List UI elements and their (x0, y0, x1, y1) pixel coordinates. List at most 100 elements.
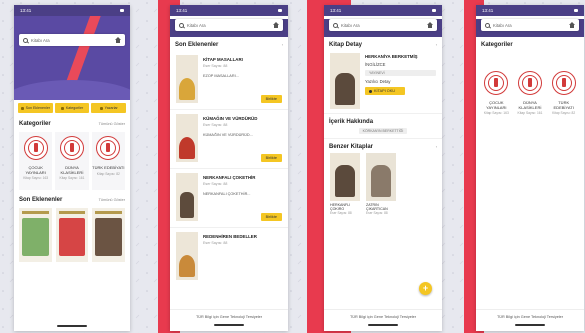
home-icon[interactable] (115, 37, 121, 43)
similar-header: Benzer Kitaplar › (324, 138, 442, 153)
search-input[interactable]: Kitabı Ara (341, 23, 424, 28)
phone-recent-screen: 13:41 Kitabı Ara Son Eklenenler › KİTAP … (170, 5, 288, 331)
book-category: Yazılıcı Detay (365, 79, 391, 84)
category-card[interactable]: DÜNYA KLASİKLERİ Kitap Sayısı: 161 (514, 67, 546, 125)
book-detail: HERKANİYA BERKETMİŞ İNGİLİZCE YAYINEVİ Y… (324, 51, 442, 113)
status-time: 13:41 (176, 8, 188, 13)
book-cover (330, 53, 360, 109)
detail-button[interactable]: Birlikte (260, 95, 282, 103)
home-indicator (368, 324, 398, 326)
search-input[interactable]: Kitabı Ara (493, 23, 566, 28)
recent-header: Son Eklenenler Tümünü Göster (14, 192, 130, 206)
home-indicator (515, 324, 545, 326)
authors-button[interactable]: Yazarlar (91, 103, 127, 113)
search-bar[interactable]: Kitabı Ara (481, 19, 579, 31)
publisher-chip: YAYINEVİ (365, 70, 436, 76)
status-bar: 13:41 (476, 5, 584, 16)
category-card[interactable]: DÜNYA KLASİKLERİ Kitap Sayısı: 161 (55, 132, 89, 190)
book-author: İNGİLİZCE (365, 62, 386, 67)
search-input[interactable]: Kitabı Ara (187, 23, 270, 28)
book-icon (369, 89, 372, 93)
section-title: Kategoriler (19, 121, 51, 127)
section-title: Benzer Kitaplar (329, 144, 374, 150)
page-header: Kitap Detay › (324, 37, 442, 51)
phone-categories-screen: 13:41 Kitabı Ara Kategoriler ÇOCUK YAYIN… (476, 5, 584, 331)
show-all-link[interactable]: Tümünü Göster (99, 122, 125, 126)
chevron-right-icon[interactable]: › (436, 43, 437, 47)
emblem-icon (23, 136, 48, 160)
list-item[interactable]: REDENHİREN BEDELLER Eser Sayısı: 88 (170, 228, 288, 287)
phone-home-screen: 13:41 Kitabı Ara Son Eklenenler Kategori… (14, 5, 130, 331)
search-icon (485, 22, 490, 28)
search-input[interactable]: Kitabı Ara (31, 38, 112, 43)
page-title: Kategoriler (481, 42, 513, 48)
hero-banner: Kitabı Ara (14, 16, 130, 100)
emblem-icon (96, 136, 121, 160)
recent-books (14, 206, 130, 264)
home-indicator (57, 325, 87, 327)
detail-button[interactable]: Birlikte (260, 154, 282, 162)
search-icon (333, 22, 338, 28)
similar-book[interactable]: ZATRIN ÇIKARTICAN Eser Sayısı: 88 (366, 153, 396, 215)
page-header: Son Eklenenler › (170, 37, 288, 51)
battery-icon (278, 9, 282, 12)
search-icon (179, 22, 184, 28)
home-icon[interactable] (569, 22, 575, 28)
search-bar[interactable]: Kitabı Ara (329, 19, 437, 31)
recent-button[interactable]: Son Eklenenler (18, 103, 53, 113)
categories-list: ÇOCUK YAYINLARI Kitap Sayısı: 163 DÜNYA … (14, 130, 130, 192)
emblem-icon (484, 71, 509, 95)
status-bar: 13:41 (324, 5, 442, 16)
category-card[interactable]: TÜRK EDEBİYATI Kitap Sayısı: 82 (91, 132, 125, 190)
user-icon (99, 106, 103, 110)
show-all-link[interactable]: Tümünü Göster (99, 198, 125, 202)
list-item[interactable]: KÜMAĞIN VE VÜRDÜRÜD Eser Sayısı: 88 KÜMA… (170, 110, 288, 169)
search-icon (23, 37, 28, 43)
chevron-right-icon[interactable]: › (436, 145, 437, 149)
emblem-icon (551, 71, 576, 95)
book-cover[interactable] (92, 208, 126, 262)
category-card[interactable]: ÇOCUK YAYINLARI Kitap Sayısı: 163 (19, 132, 53, 190)
section-title: Son Eklenenler (19, 197, 63, 203)
status-time: 13:41 (20, 8, 32, 13)
quick-actions: Son Eklenenler Kategoriler Yazarlar (14, 100, 130, 116)
category-card[interactable]: ÇOCUK YAYINLARI Kitap Sayısı: 163 (481, 67, 512, 125)
book-cover[interactable] (55, 208, 89, 262)
list-item[interactable]: NERKANFALI ÇOKETHİR Eser Sayısı: 88 NERK… (170, 169, 288, 228)
battery-icon (120, 9, 124, 12)
similar-book[interactable]: HERKANFLI ÇOKIRO Eser Sayısı: 88 (330, 153, 360, 215)
categories-button[interactable]: Kategoriler (54, 103, 90, 113)
home-icon[interactable] (427, 22, 433, 28)
book-title: HERKANİYA BERKETMİŞ (365, 54, 418, 59)
battery-icon (574, 9, 578, 12)
category-card[interactable]: TÜRK EDEBİYATI Kitap Sayısı: 82 (548, 67, 580, 125)
emblem-icon (59, 136, 84, 160)
home-indicator (214, 324, 244, 326)
status-bar: 13:41 (14, 5, 130, 16)
search-bar[interactable]: Kitabı Ara (175, 19, 283, 31)
status-time: 13:41 (482, 8, 494, 13)
phone-detail-screen: 13:41 Kitabı Ara Kitap Detay › HERKANİYA… (324, 5, 442, 331)
emblem-icon (518, 71, 542, 95)
read-book-button[interactable]: KİTAPI OKU (365, 87, 405, 95)
section-title: İçerik Hakkında (329, 119, 374, 125)
list-item[interactable]: KİTAP MASALLARI Eser Sayısı: 88 EZOP MAS… (170, 51, 288, 110)
grid-icon (60, 106, 64, 110)
battery-icon (432, 9, 436, 12)
page-title: Kitap Detay (329, 42, 363, 48)
footer-note: TÜR Bilgi için Gene Teknoloji Tersiyeler (324, 309, 442, 331)
status-time: 13:41 (330, 8, 342, 13)
content-header: İçerik Hakkında (324, 113, 442, 128)
clock-icon (20, 106, 24, 110)
book-cover[interactable] (19, 208, 52, 262)
search-bar[interactable]: Kitabı Ara (19, 34, 125, 46)
home-icon[interactable] (273, 22, 279, 28)
page-title: Son Eklenenler (175, 42, 219, 48)
categories-header: Kategoriler Tümünü Göster (14, 116, 130, 130)
footer-note: TÜR Bilgi için Gene Teknoloji Tersiyeler (476, 309, 584, 331)
similar-books: HERKANFLI ÇOKIRO Eser Sayısı: 88 ZATRIN … (324, 153, 442, 215)
content-chip: KÖRKAN'IN BERKETTİĞİ (358, 128, 408, 134)
detail-button[interactable]: Birlikte (260, 213, 282, 221)
chevron-right-icon[interactable]: › (282, 43, 283, 47)
add-icon[interactable] (419, 282, 432, 295)
